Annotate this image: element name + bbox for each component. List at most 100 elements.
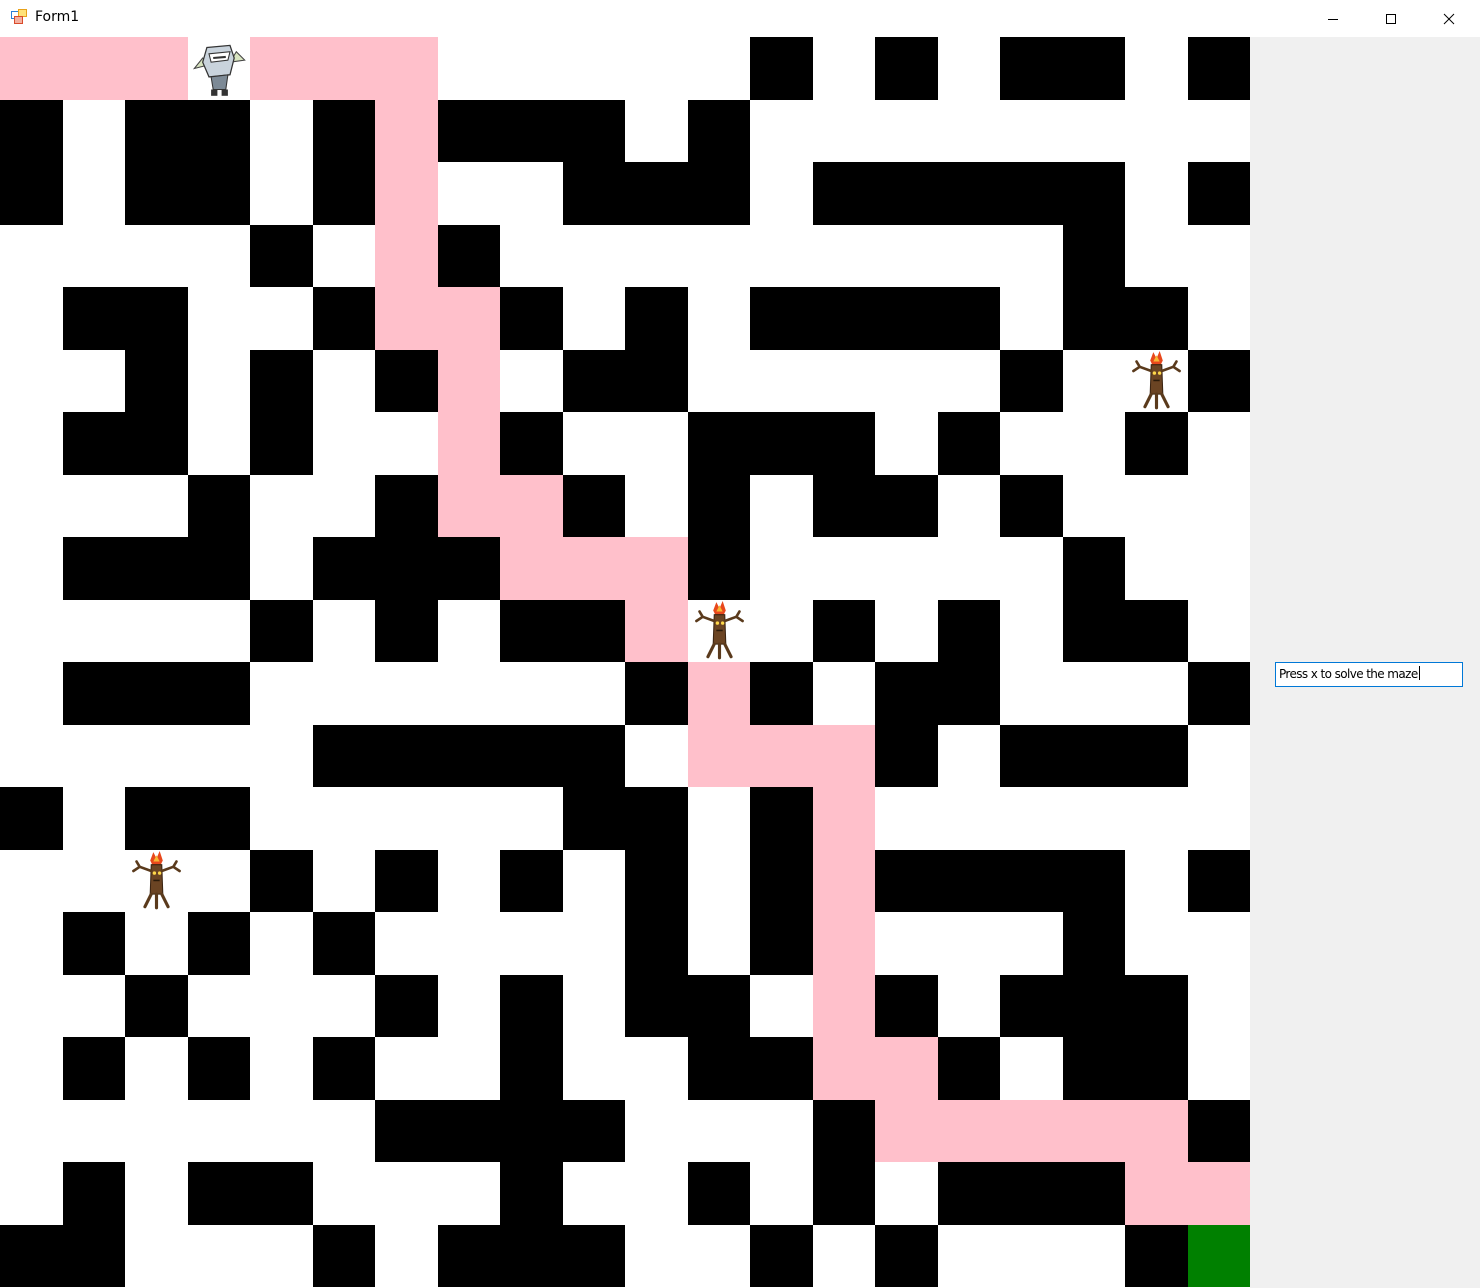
maze-wall-cell: [1063, 600, 1125, 662]
maze-wall-cell: [1125, 975, 1188, 1037]
maze-wall-cell: [1063, 537, 1125, 600]
maze-wall-cell: [563, 725, 625, 787]
maze-wall-cell: [375, 475, 438, 537]
maze-wall-cell: [688, 475, 750, 537]
maze-wall-cell: [438, 1100, 500, 1162]
maze-wall-cell: [750, 850, 813, 912]
maze-wall-cell: [1000, 37, 1063, 100]
maze-wall-cell: [938, 850, 1000, 912]
solution-path-cell: [1125, 1100, 1188, 1162]
close-button[interactable]: [1420, 0, 1478, 37]
maze-wall-cell: [0, 100, 63, 162]
maze-wall-cell: [63, 537, 125, 600]
solution-path-cell: [875, 1100, 938, 1162]
solution-path-cell: [625, 600, 688, 662]
solution-path-cell: [500, 475, 563, 537]
maze-wall-cell: [875, 162, 938, 225]
maze-wall-cell: [688, 537, 750, 600]
maze-wall-cell: [63, 412, 125, 475]
hint-textbox[interactable]: Press x to solve the maze: [1275, 662, 1463, 687]
maze-wall-cell: [250, 412, 313, 475]
maze-wall-cell: [375, 350, 438, 412]
maximize-button[interactable]: [1362, 0, 1420, 37]
maze-wall-cell: [438, 100, 500, 162]
solution-path-cell: [125, 37, 188, 100]
maze-wall-cell: [1063, 912, 1125, 975]
maze-board[interactable]: [0, 37, 1250, 1288]
maze-wall-cell: [563, 350, 625, 412]
maze-wall-cell: [500, 1162, 563, 1225]
maze-wall-cell: [1000, 1162, 1063, 1225]
maze-wall-cell: [1125, 412, 1188, 475]
maze-wall-cell: [125, 350, 188, 412]
maze-wall-cell: [875, 725, 938, 787]
solution-path-cell: [63, 37, 125, 100]
goal-cell: [1188, 1225, 1250, 1287]
maze-wall-cell: [813, 1100, 875, 1162]
text-caret: [1418, 666, 1420, 680]
maze-wall-cell: [938, 412, 1000, 475]
maze-wall-cell: [313, 912, 375, 975]
title-bar: Form1: [0, 0, 1480, 37]
maze-wall-cell: [125, 787, 188, 850]
solution-path-cell: [375, 287, 438, 350]
maze-wall-cell: [750, 412, 813, 475]
maze-wall-cell: [250, 850, 313, 912]
solution-path-cell: [375, 225, 438, 287]
maze-wall-cell: [438, 225, 500, 287]
maze-wall-cell: [688, 162, 750, 225]
maze-wall-cell: [875, 975, 938, 1037]
player-knight-icon: [188, 37, 251, 100]
solution-path-cell: [688, 662, 750, 725]
maze-wall-cell: [750, 1037, 813, 1100]
app-icon: [11, 9, 28, 25]
maze-wall-cell: [1000, 850, 1063, 912]
maze-wall-cell: [1063, 725, 1125, 787]
maze-wall-cell: [500, 850, 563, 912]
maze-wall-cell: [813, 287, 875, 350]
maze-wall-cell: [563, 162, 625, 225]
solution-path-cell: [313, 37, 375, 100]
maze-wall-cell: [563, 1100, 625, 1162]
maze-wall-cell: [938, 162, 1000, 225]
maze-wall-cell: [563, 100, 625, 162]
maze-wall-cell: [1000, 725, 1063, 787]
solution-path-cell: [813, 912, 875, 975]
maze-wall-cell: [500, 1225, 563, 1287]
maze-wall-cell: [1000, 975, 1063, 1037]
maze-wall-cell: [375, 975, 438, 1037]
maze-wall-cell: [125, 412, 188, 475]
tree-monster-icon: [1125, 350, 1188, 413]
maze-wall-cell: [1063, 850, 1125, 912]
solution-path-cell: [813, 1037, 875, 1100]
solution-path-cell: [688, 725, 750, 787]
maze-wall-cell: [1063, 162, 1125, 225]
maze-wall-cell: [938, 1162, 1000, 1225]
maze-wall-cell: [250, 600, 313, 662]
maze-wall-cell: [313, 162, 375, 225]
maze-wall-cell: [375, 850, 438, 912]
window-title: Form1: [35, 9, 80, 25]
solution-path-cell: [813, 787, 875, 850]
maze-wall-cell: [500, 725, 563, 787]
maze-wall-cell: [625, 975, 688, 1037]
maze-wall-cell: [0, 162, 63, 225]
maze-wall-cell: [875, 662, 938, 725]
maze-wall-cell: [188, 662, 250, 725]
solution-path-cell: [0, 37, 63, 100]
solution-path-cell: [438, 350, 500, 412]
minimize-button[interactable]: [1304, 0, 1362, 37]
maze-wall-cell: [375, 600, 438, 662]
solution-path-cell: [813, 975, 875, 1037]
minimize-icon: [1328, 18, 1338, 20]
maze-wall-cell: [750, 787, 813, 850]
maze-wall-cell: [250, 225, 313, 287]
maze-wall-cell: [813, 600, 875, 662]
maze-wall-cell: [1188, 662, 1250, 725]
maze-wall-cell: [125, 975, 188, 1037]
solution-path-cell: [625, 537, 688, 600]
maze-wall-cell: [1063, 1037, 1125, 1100]
maze-wall-cell: [188, 1162, 250, 1225]
maze-wall-cell: [1063, 975, 1125, 1037]
maze-wall-cell: [1125, 1037, 1188, 1100]
